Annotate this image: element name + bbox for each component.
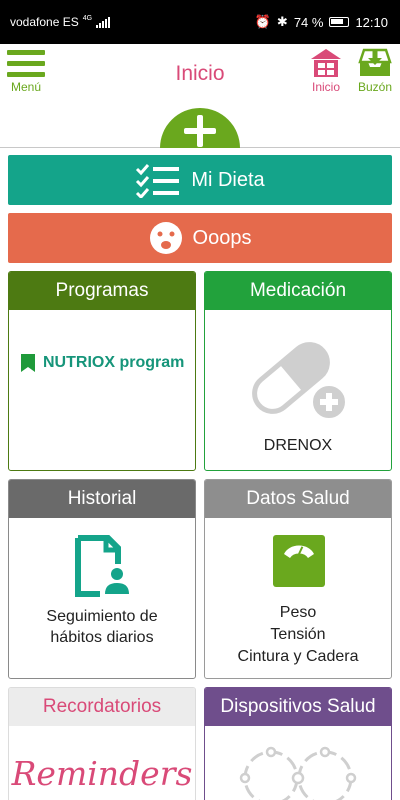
medication-card-title: Medicación <box>205 272 391 310</box>
health-data-card-title: Datos Salud <box>205 480 391 518</box>
alarm-icon: ⏰ <box>254 14 271 29</box>
surprised-face-icon <box>149 222 182 254</box>
health-line-waist: Cintura y Cadera <box>237 648 359 665</box>
health-devices-card-title: Dispositivos Salud <box>205 688 391 726</box>
health-line-weight: Peso <box>279 604 317 621</box>
health-line-pressure: Tensión <box>270 626 326 643</box>
home-button[interactable]: Inicio <box>306 48 346 94</box>
status-right: ⏰ ✱ 74 % 12:10 <box>255 14 388 30</box>
home-icon <box>311 49 341 77</box>
medication-name: DRENOX <box>263 437 333 454</box>
scale-icon <box>273 535 325 587</box>
add-button[interactable] <box>160 108 240 148</box>
plus-icon-vertical <box>197 115 203 147</box>
battery-percent: 74 % <box>293 14 324 30</box>
reminders-logo: Reminders <box>11 754 193 793</box>
reminders-card-title: Recordatorios <box>9 688 195 726</box>
mailbox-label: Buzón <box>357 80 393 94</box>
oops-label: Ooops <box>192 226 252 249</box>
devices-icon <box>239 746 357 800</box>
bluetooth-icon: ✱ <box>276 14 288 29</box>
reminders-card[interactable]: Recordatorios Reminders <box>8 687 196 800</box>
app-header: Menú Inicio Inicio Buzón <box>0 44 400 108</box>
home-label: Inicio <box>311 80 340 94</box>
signal-icon <box>96 16 111 28</box>
inbox-download-icon <box>358 48 392 76</box>
status-bar: vodafone ES 4G ⏰ ✱ 74 % 12:10 <box>0 0 400 44</box>
carrier-info: vodafone ES 4G <box>10 14 111 29</box>
health-data-card[interactable]: Datos Salud Peso Tensión Cintura y Cader… <box>204 479 392 679</box>
health-devices-card[interactable]: Dispositivos Salud <box>204 687 392 800</box>
my-diet-label: Mi Dieta <box>191 168 265 191</box>
battery-icon <box>329 17 350 27</box>
program-name: NUTRIOX program <box>43 354 185 371</box>
my-diet-button[interactable]: Mi Dieta <box>8 155 392 205</box>
mailbox-button[interactable]: Buzón <box>353 48 397 94</box>
history-card[interactable]: Historial Seguimiento de hábitos diarios <box>8 479 196 679</box>
programs-card[interactable]: Programas NUTRIOX program <box>8 271 196 471</box>
medication-card[interactable]: Medicación DRENOX <box>204 271 392 471</box>
programs-card-title: Programas <box>9 272 195 310</box>
network-type: 4G <box>82 14 93 22</box>
checklist-icon <box>136 164 180 198</box>
pill-add-icon <box>252 342 349 422</box>
history-line-1: Seguimiento de <box>46 608 158 625</box>
history-card-title: Historial <box>9 480 195 518</box>
history-line-2: hábitos diarios <box>50 629 154 646</box>
bookmark-icon <box>21 354 35 372</box>
document-user-icon <box>75 535 129 597</box>
program-item[interactable]: NUTRIOX program <box>21 354 184 372</box>
carrier-name: vodafone ES <box>10 15 79 29</box>
oops-button[interactable]: Ooops <box>8 213 392 263</box>
clock: 12:10 <box>355 14 388 30</box>
